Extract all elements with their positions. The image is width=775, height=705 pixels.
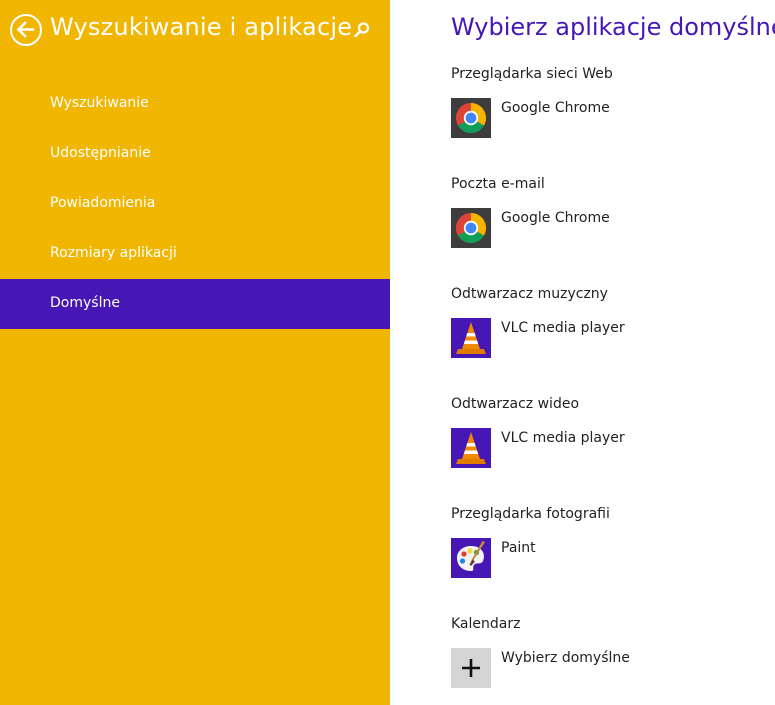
sidebar-item-powiadomienia[interactable]: Powiadomienia bbox=[0, 179, 390, 229]
chrome-icon bbox=[451, 98, 491, 138]
sidebar-item-label: Wyszukiwanie bbox=[50, 95, 149, 111]
app-name: VLC media player bbox=[501, 320, 625, 336]
category-label: Kalendarz bbox=[451, 616, 521, 632]
sidebar-item-label: Rozmiary aplikacji bbox=[50, 245, 177, 261]
vlc-icon bbox=[451, 428, 491, 468]
sidebar-item-rozmiary-aplikacji[interactable]: Rozmiary aplikacji bbox=[0, 229, 390, 279]
app-name: VLC media player bbox=[501, 430, 625, 446]
app-name: Paint bbox=[501, 540, 536, 556]
app-name: Google Chrome bbox=[501, 210, 610, 226]
paint-icon bbox=[451, 538, 491, 578]
category-label: Odtwarzacz wideo bbox=[451, 396, 580, 412]
app-name: Google Chrome bbox=[501, 100, 610, 116]
sidebar-item-label: Domyślne bbox=[50, 295, 120, 311]
sidebar-header: Wyszukiwanie i aplikacje bbox=[0, 0, 390, 62]
sidebar-item-udostepnianie[interactable]: Udostępnianie bbox=[0, 129, 390, 179]
category-label: Odtwarzacz muzyczny bbox=[451, 286, 608, 302]
default-app-button[interactable]: Google Chrome bbox=[451, 98, 751, 140]
search-button[interactable] bbox=[353, 21, 371, 39]
sidebar-item-wyszukiwanie[interactable]: Wyszukiwanie bbox=[0, 79, 390, 129]
sidebar: Wyszukiwanie i aplikacje Wyszukiwanie Ud… bbox=[0, 0, 390, 705]
default-app-button[interactable]: Google Chrome bbox=[451, 208, 751, 250]
app-name: Wybierz domyślne bbox=[501, 650, 630, 666]
back-arrow-icon bbox=[16, 21, 35, 38]
sidebar-item-label: Powiadomienia bbox=[50, 195, 156, 211]
sidebar-item-domyslne[interactable]: Domyślne bbox=[0, 279, 390, 329]
default-app-button[interactable]: VLC media player bbox=[451, 428, 751, 470]
category-label: Przeglądarka fotografii bbox=[451, 506, 610, 522]
back-button[interactable] bbox=[10, 14, 42, 46]
default-app-button[interactable]: VLC media player bbox=[451, 318, 751, 360]
default-app-button[interactable]: Paint bbox=[451, 538, 751, 580]
sidebar-item-label: Udostępnianie bbox=[50, 145, 151, 161]
page-title: Wybierz aplikacje domyślne bbox=[451, 13, 775, 41]
plus-icon bbox=[451, 648, 491, 688]
choose-default-button[interactable]: Wybierz domyślne bbox=[451, 648, 751, 690]
chrome-icon bbox=[451, 208, 491, 248]
main-content: Wybierz aplikacje domyślne Przeglądarka … bbox=[390, 0, 775, 705]
category-label: Poczta e-mail bbox=[451, 176, 545, 192]
vlc-icon bbox=[451, 318, 491, 358]
search-icon bbox=[354, 22, 370, 38]
sidebar-title: Wyszukiwanie i aplikacje bbox=[50, 13, 353, 41]
category-label: Przeglądarka sieci Web bbox=[451, 66, 613, 82]
